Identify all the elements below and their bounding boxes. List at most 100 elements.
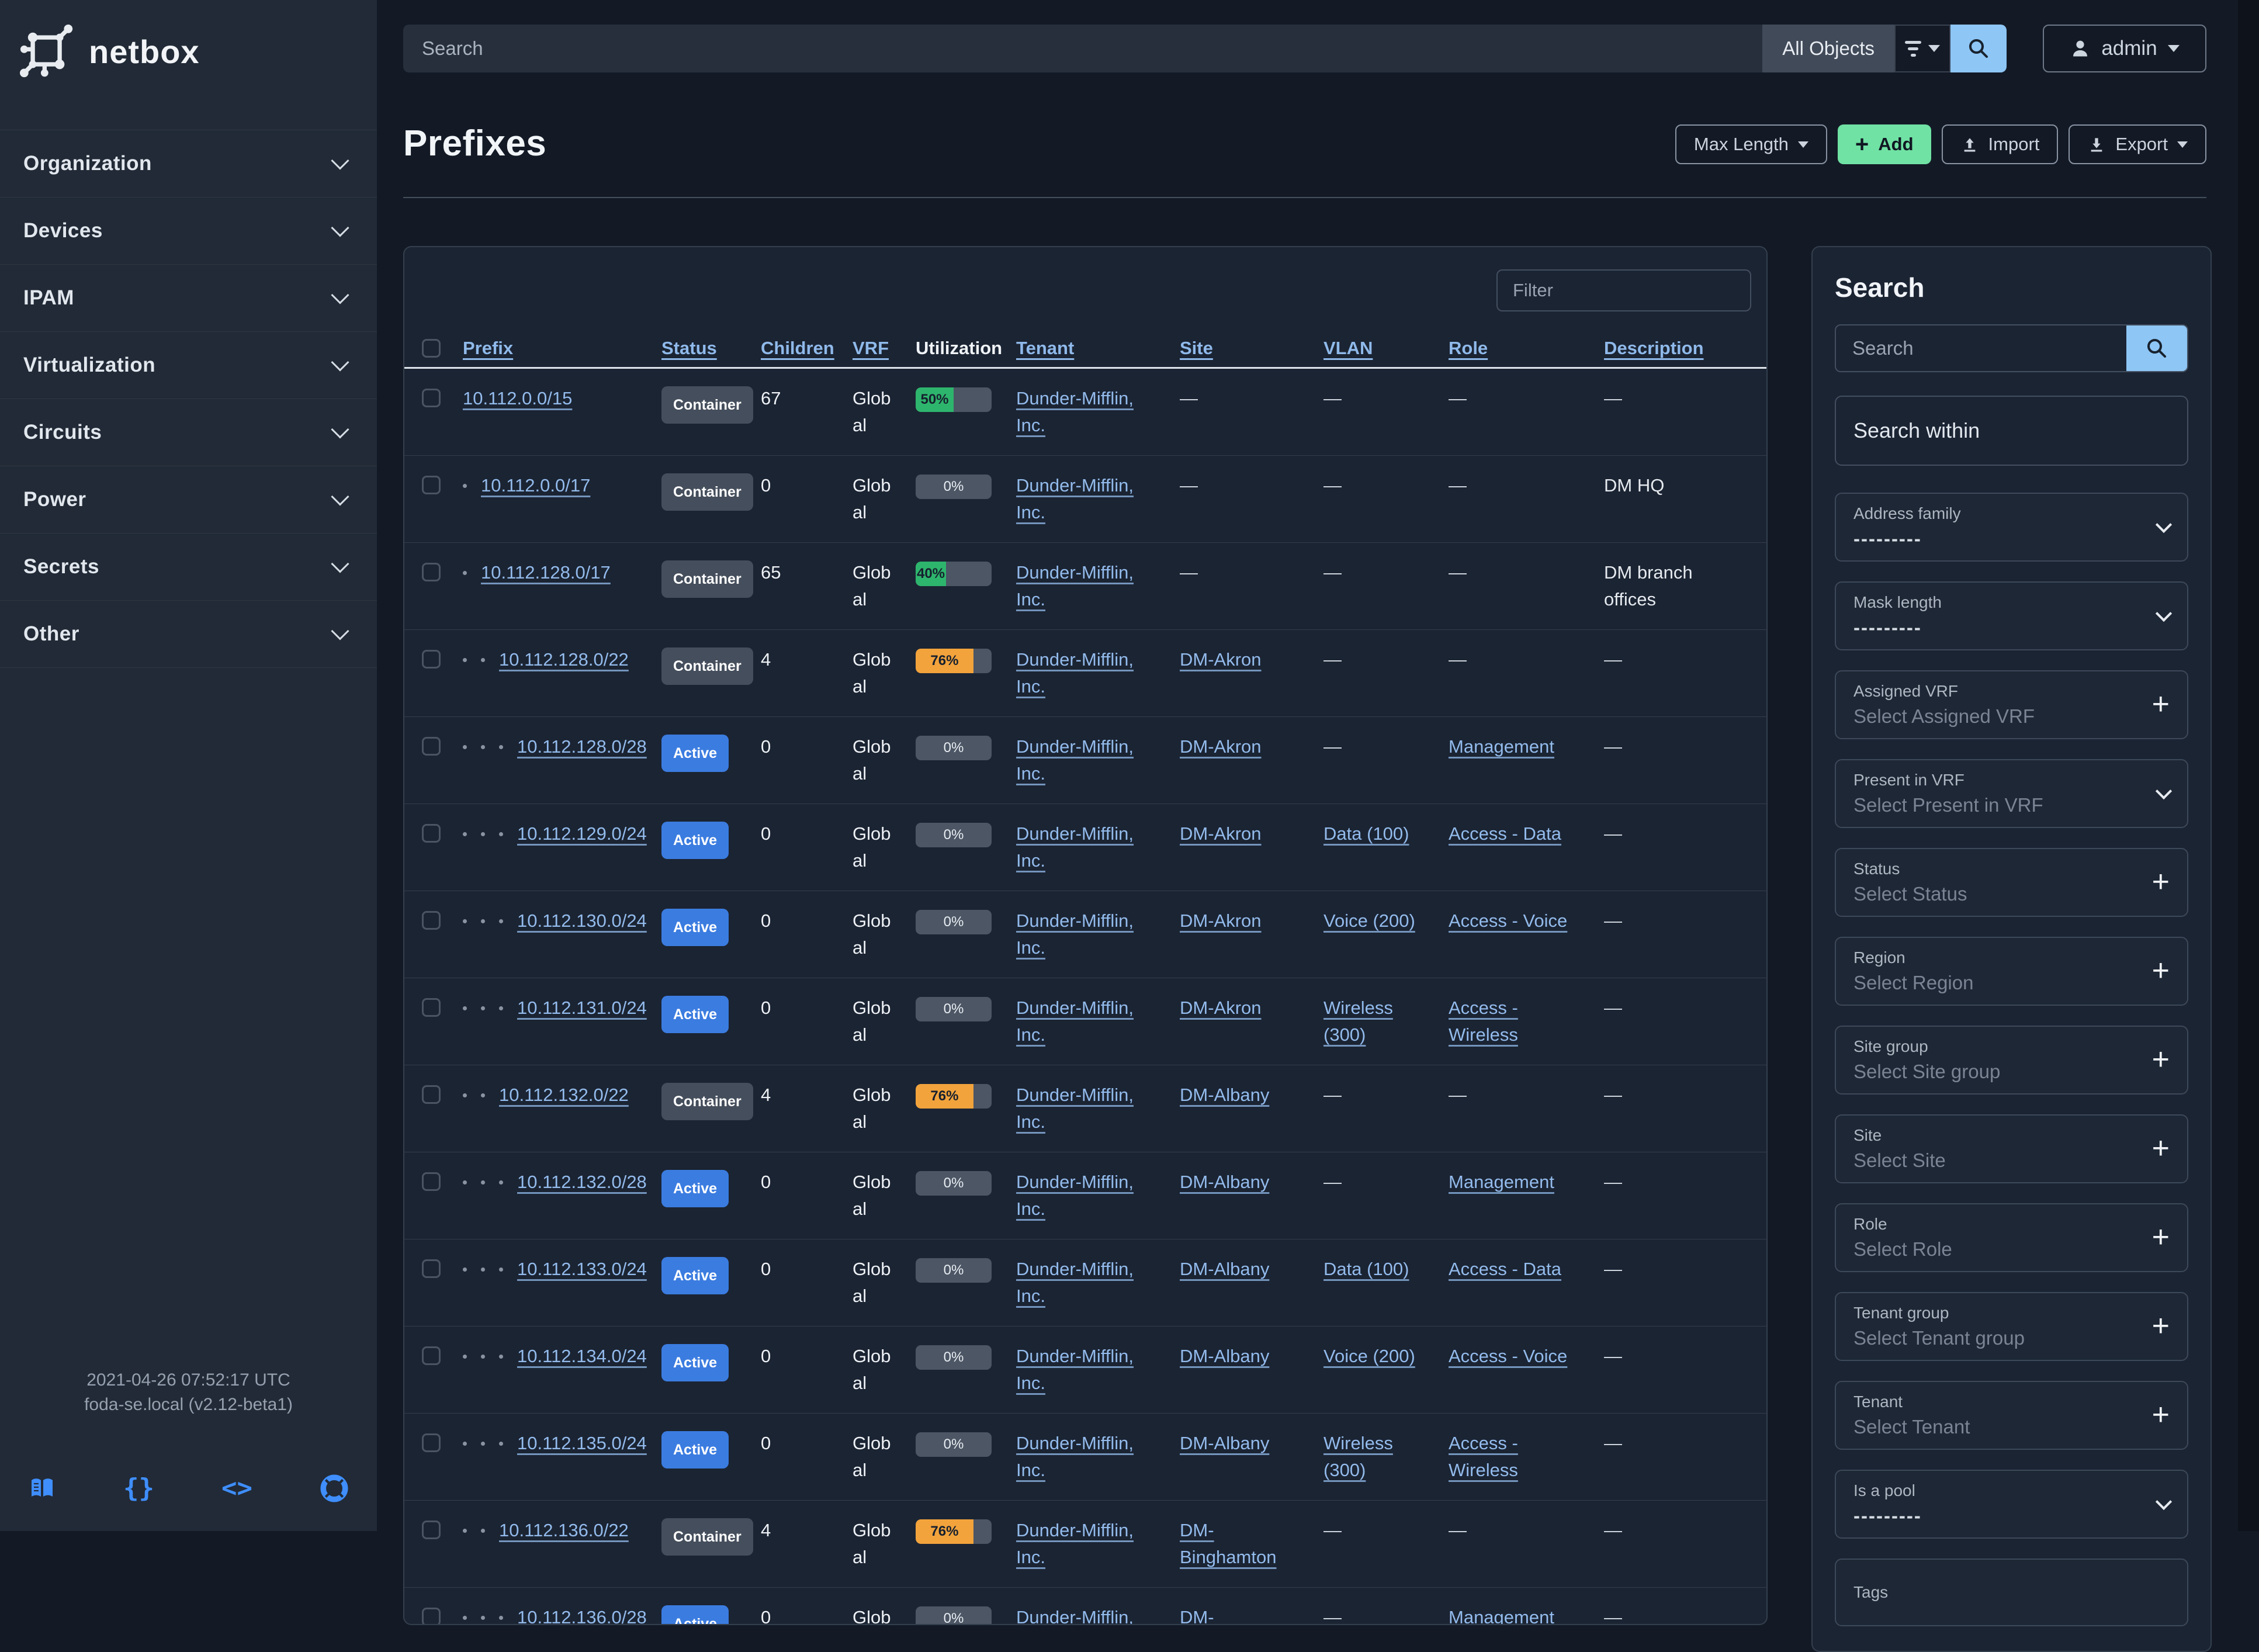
row-checkbox[interactable] [422,824,441,843]
tenant-link[interactable]: Dunder-Mifflin, Inc. [1016,1085,1134,1132]
row-checkbox[interactable] [422,911,441,930]
docs-book-icon[interactable] [28,1474,56,1502]
prefix-link[interactable]: 10.112.134.0/24 [517,1343,647,1370]
vlan-link[interactable]: Wireless (300) [1323,1433,1393,1480]
brand[interactable]: netbox [0,0,377,102]
row-checkbox[interactable] [422,650,441,669]
filter-field-address-family[interactable]: Address family--------- [1835,493,2188,562]
tenant-link[interactable]: Dunder-Mifflin, Inc. [1016,1520,1134,1567]
filter-field-tenant[interactable]: TenantSelect Tenant+ [1835,1381,2188,1450]
tenant-link[interactable]: Dunder-Mifflin, Inc. [1016,823,1134,871]
tenant-link[interactable]: Dunder-Mifflin, Inc. [1016,1172,1134,1219]
sidebar-item-organization[interactable]: Organization [0,130,377,198]
role-link[interactable]: Access - Voice [1449,910,1567,931]
vlan-link[interactable]: Data (100) [1323,1259,1409,1279]
filter-field-assigned-vrf[interactable]: Assigned VRFSelect Assigned VRF+ [1835,670,2188,739]
row-checkbox[interactable] [422,476,441,494]
role-link[interactable]: Access - Data [1449,823,1561,844]
filter-field-region[interactable]: RegionSelect Region+ [1835,937,2188,1006]
prefix-link[interactable]: 10.112.129.0/24 [517,820,647,847]
site-link[interactable]: DM-Albany [1180,1172,1269,1192]
filter-field-is-a-pool[interactable]: Is a pool--------- [1835,1470,2188,1539]
export-button[interactable]: Export [2069,124,2206,164]
row-checkbox[interactable] [422,389,441,407]
table-filter-input[interactable] [1498,271,1751,310]
support-lifebuoy-icon[interactable] [320,1474,349,1503]
vlan-link[interactable]: Voice (200) [1323,910,1415,931]
site-link[interactable]: DM-Akron [1180,998,1262,1018]
tenant-link[interactable]: Dunder-Mifflin, Inc. [1016,736,1134,784]
prefix-link[interactable]: 10.112.133.0/24 [517,1256,647,1283]
site-link[interactable]: DM-Akron [1180,823,1262,844]
vlan-link[interactable]: Wireless (300) [1323,998,1393,1045]
search-within-field[interactable]: Search within [1835,396,2188,466]
prefix-link[interactable]: 10.112.128.0/22 [499,646,629,673]
filter-field-tags[interactable]: Tags [1835,1559,2188,1626]
prefix-link[interactable]: 10.112.128.0/28 [517,733,647,760]
site-link[interactable]: DM-Binghamton [1180,1520,1276,1567]
filter-field-mask-length[interactable]: Mask length--------- [1835,581,2188,650]
filter-field-status[interactable]: StatusSelect Status+ [1835,848,2188,917]
sidebar-item-circuits[interactable]: Circuits [0,399,377,466]
add-button[interactable]: + Add [1838,124,1931,164]
site-link[interactable]: DM-Albany [1180,1085,1269,1105]
site-link[interactable]: DM-Akron [1180,736,1262,757]
prefix-link[interactable]: 10.112.131.0/24 [517,995,647,1021]
prefix-link[interactable]: 10.112.135.0/24 [517,1430,647,1457]
tenant-link[interactable]: Dunder-Mifflin, Inc. [1016,475,1134,522]
row-checkbox[interactable] [422,737,441,756]
site-link[interactable]: DM-Binghamton [1180,1607,1276,1625]
filter-field-present-in-vrf[interactable]: Present in VRFSelect Present in VRF [1835,759,2188,828]
role-link[interactable]: Access - Data [1449,1259,1561,1279]
role-link[interactable]: Management [1449,1172,1554,1192]
site-link[interactable]: DM-Albany [1180,1346,1269,1366]
role-link[interactable]: Management [1449,736,1554,757]
tenant-link[interactable]: Dunder-Mifflin, Inc. [1016,910,1134,958]
code-icon[interactable]: <> [221,1473,252,1503]
panel-search-button[interactable] [2126,325,2187,371]
prefix-link[interactable]: 10.112.130.0/24 [517,908,647,934]
prefix-link[interactable]: 10.112.0.0/15 [463,385,572,412]
column-header-vrf[interactable]: VRF [853,338,916,359]
tenant-link[interactable]: Dunder-Mifflin, Inc. [1016,1346,1134,1393]
site-link[interactable]: DM-Akron [1180,910,1262,931]
tenant-link[interactable]: Dunder-Mifflin, Inc. [1016,998,1134,1045]
search-scope-select[interactable]: All Objects [1762,25,1894,72]
column-header-prefix[interactable]: Prefix [463,338,661,359]
user-menu-button[interactable]: admin [2043,25,2206,72]
sidebar-item-ipam[interactable]: IPAM [0,265,377,332]
max-length-button[interactable]: Max Length [1675,124,1827,164]
global-search-button[interactable] [1950,25,2007,72]
row-checkbox[interactable] [422,1085,441,1104]
select-all-checkbox[interactable] [422,339,441,358]
prefix-link[interactable]: 10.112.136.0/22 [499,1517,629,1544]
column-header-tenant[interactable]: Tenant [1016,338,1180,359]
prefix-link[interactable]: 10.112.136.0/28 [517,1604,647,1625]
column-header-description[interactable]: Description [1604,338,1766,359]
row-checkbox[interactable] [422,1346,441,1365]
row-checkbox[interactable] [422,563,441,581]
filter-field-site-group[interactable]: Site groupSelect Site group+ [1835,1026,2188,1095]
vlan-link[interactable]: Voice (200) [1323,1346,1415,1366]
column-header-vlan[interactable]: VLAN [1323,338,1449,359]
site-link[interactable]: DM-Albany [1180,1433,1269,1453]
vlan-link[interactable]: Data (100) [1323,823,1409,844]
column-header-site[interactable]: Site [1180,338,1323,359]
prefix-link[interactable]: 10.112.132.0/28 [517,1169,647,1196]
scrollbar[interactable] [2238,0,2259,1531]
tenant-link[interactable]: Dunder-Mifflin, Inc. [1016,562,1134,609]
sidebar-item-virtualization[interactable]: Virtualization [0,332,377,399]
role-link[interactable]: Access - Wireless [1449,1433,1518,1480]
global-search-input[interactable] [403,25,1762,72]
row-checkbox[interactable] [422,998,441,1017]
filter-field-role[interactable]: RoleSelect Role+ [1835,1203,2188,1272]
import-button[interactable]: Import [1942,124,2059,164]
panel-search-input[interactable] [1836,325,2126,371]
sidebar-item-devices[interactable]: Devices [0,198,377,265]
tenant-link[interactable]: Dunder-Mifflin, Inc. [1016,1607,1134,1625]
column-header-status[interactable]: Status [661,338,761,359]
tenant-link[interactable]: Dunder-Mifflin, Inc. [1016,649,1134,697]
filter-field-site[interactable]: SiteSelect Site+ [1835,1114,2188,1183]
api-braces-icon[interactable]: {} [123,1473,154,1503]
site-link[interactable]: DM-Akron [1180,649,1262,670]
